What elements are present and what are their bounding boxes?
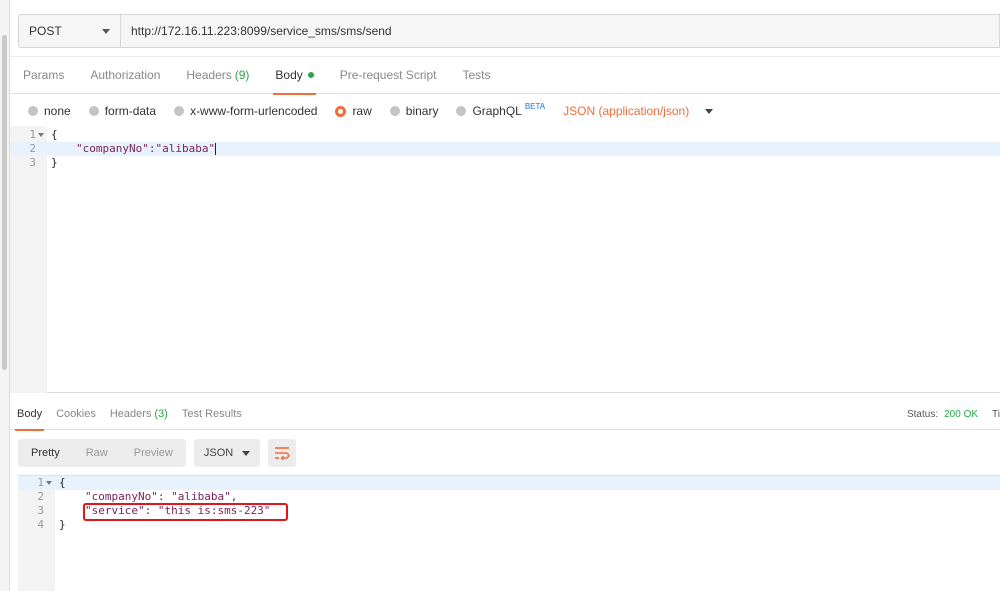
headers-count: (3) bbox=[154, 407, 168, 420]
code-line: 1 { bbox=[10, 128, 1000, 142]
code-line: 2 "companyNo": "alibaba", bbox=[18, 490, 1000, 504]
left-scrollbar-track[interactable] bbox=[0, 0, 10, 591]
tab-pre-request-script[interactable]: Pre-request Script bbox=[340, 56, 437, 94]
response-toolbar: Pretty Raw Preview JSON bbox=[18, 439, 296, 467]
wrap-lines-button[interactable] bbox=[267, 439, 296, 467]
line-number: 4 bbox=[37, 518, 44, 531]
line-number: 3 bbox=[37, 504, 44, 517]
response-tabs: Body Cookies Headers (3) Test Results Sta… bbox=[10, 398, 1000, 431]
request-body-editor[interactable]: 1 { 2 "companyNo":"alibaba" 3 } bbox=[10, 126, 1000, 393]
method-select[interactable]: POST bbox=[18, 14, 121, 48]
code-line-active: 1 { bbox=[18, 476, 1000, 490]
text-cursor bbox=[215, 143, 217, 155]
radio-label: binary bbox=[405, 104, 439, 118]
radio-label: raw bbox=[352, 104, 372, 118]
view-mode-raw[interactable]: Raw bbox=[73, 447, 121, 459]
tab-label: Params bbox=[23, 68, 65, 82]
code-text: "companyNo":"alibaba" bbox=[76, 142, 217, 156]
fold-caret-icon[interactable] bbox=[38, 133, 44, 137]
code-text: } bbox=[59, 518, 66, 531]
tab-tests[interactable]: Tests bbox=[462, 56, 490, 94]
radio-icon bbox=[28, 106, 38, 116]
body-type-form-data[interactable]: form-data bbox=[88, 104, 157, 118]
content-type-select[interactable]: JSON (application/json) bbox=[563, 104, 714, 118]
response-status: Status: 200 OK Ti bbox=[907, 398, 1000, 430]
line-number: 2 bbox=[37, 490, 44, 503]
line-number: 1 bbox=[29, 128, 36, 141]
view-mode-group: Pretty Raw Preview bbox=[18, 439, 186, 467]
body-type-binary[interactable]: binary bbox=[389, 104, 439, 118]
format-label: JSON bbox=[203, 447, 234, 459]
json-entry: "companyNo":"alibaba" bbox=[76, 142, 216, 155]
code-line-active: 2 "companyNo":"alibaba" bbox=[10, 142, 1000, 156]
format-select[interactable]: JSON bbox=[193, 439, 260, 467]
time-label: Ti bbox=[992, 408, 1000, 420]
body-type-raw[interactable]: raw bbox=[335, 104, 372, 118]
line-number: 1 bbox=[37, 476, 44, 489]
tab-label: Cookies bbox=[56, 407, 96, 420]
tab-authorization[interactable]: Authorization bbox=[90, 56, 160, 94]
body-type-urlencoded[interactable]: x-www-form-urlencoded bbox=[174, 104, 317, 118]
code-line: 3 } bbox=[10, 156, 1000, 170]
tab-headers[interactable]: Headers (9) bbox=[186, 56, 249, 94]
request-url-bar: POST http://172.16.11.223:8099/service_s… bbox=[18, 14, 1000, 48]
tab-label: Pre-request Script bbox=[339, 68, 437, 82]
tab-response-body[interactable]: Body bbox=[14, 398, 45, 431]
radio-selected-icon bbox=[335, 105, 347, 117]
radio-label: x-www-form-urlencoded bbox=[190, 104, 318, 118]
tab-test-results[interactable]: Test Results bbox=[182, 398, 242, 430]
chevron-down-icon bbox=[705, 108, 714, 114]
chevron-down-icon bbox=[102, 28, 110, 34]
body-type-options: none form-data x-www-form-urlencoded raw… bbox=[28, 100, 714, 122]
response-body-viewer[interactable]: 1 { 2 "companyNo": "alibaba", 3 "service… bbox=[18, 475, 1000, 591]
request-tabs: Params Authorization Headers (9) Body Pre… bbox=[10, 56, 1000, 95]
status-badge: 200 OK bbox=[944, 408, 979, 420]
tab-label: Authorization bbox=[90, 68, 161, 82]
code-text: { bbox=[51, 128, 58, 141]
url-input[interactable]: http://172.16.11.223:8099/service_sms/sm… bbox=[121, 14, 1000, 48]
radio-label: none bbox=[44, 104, 71, 118]
tab-label: Body bbox=[17, 407, 43, 420]
tab-label: Headers bbox=[186, 68, 232, 82]
content-type-label: JSON (application/json) bbox=[563, 104, 690, 118]
tab-cookies[interactable]: Cookies bbox=[56, 398, 96, 430]
json-entry: "companyNo": "alibaba", bbox=[85, 490, 238, 503]
beta-badge: BETA bbox=[524, 101, 546, 111]
tab-label: Tests bbox=[462, 68, 491, 82]
radio-icon bbox=[88, 106, 99, 116]
code-text: { bbox=[59, 476, 66, 489]
method-label: POST bbox=[29, 24, 62, 38]
wrap-lines-icon bbox=[274, 447, 290, 460]
body-type-graphql[interactable]: GraphQL BETA bbox=[456, 101, 546, 118]
tab-label: Body bbox=[275, 68, 303, 82]
radio-label: form-data bbox=[104, 104, 157, 118]
view-mode-pretty[interactable]: Pretty bbox=[18, 447, 73, 459]
tab-label: Headers bbox=[109, 407, 152, 420]
tab-response-headers[interactable]: Headers (3) bbox=[110, 398, 168, 430]
tab-body[interactable]: Body bbox=[273, 56, 317, 95]
fold-caret-icon[interactable] bbox=[46, 481, 52, 485]
tab-params[interactable]: Params bbox=[23, 56, 64, 94]
chevron-down-icon bbox=[241, 450, 250, 456]
line-number: 3 bbox=[29, 156, 36, 169]
body-type-none[interactable]: none bbox=[28, 104, 71, 118]
view-mode-preview[interactable]: Preview bbox=[121, 447, 186, 459]
body-indicator-dot-icon bbox=[307, 72, 314, 78]
headers-count: (9) bbox=[234, 68, 250, 82]
line-number: 2 bbox=[29, 142, 36, 155]
radio-icon bbox=[174, 106, 185, 116]
status-label: Status: bbox=[906, 408, 939, 420]
code-text: } bbox=[51, 156, 58, 169]
radio-icon bbox=[389, 106, 400, 116]
radio-label: GraphQL bbox=[472, 104, 522, 118]
left-scrollbar-thumb[interactable] bbox=[2, 35, 7, 370]
tab-label: Test Results bbox=[181, 407, 242, 420]
radio-icon bbox=[456, 106, 467, 116]
highlight-annotation-box bbox=[83, 503, 288, 521]
